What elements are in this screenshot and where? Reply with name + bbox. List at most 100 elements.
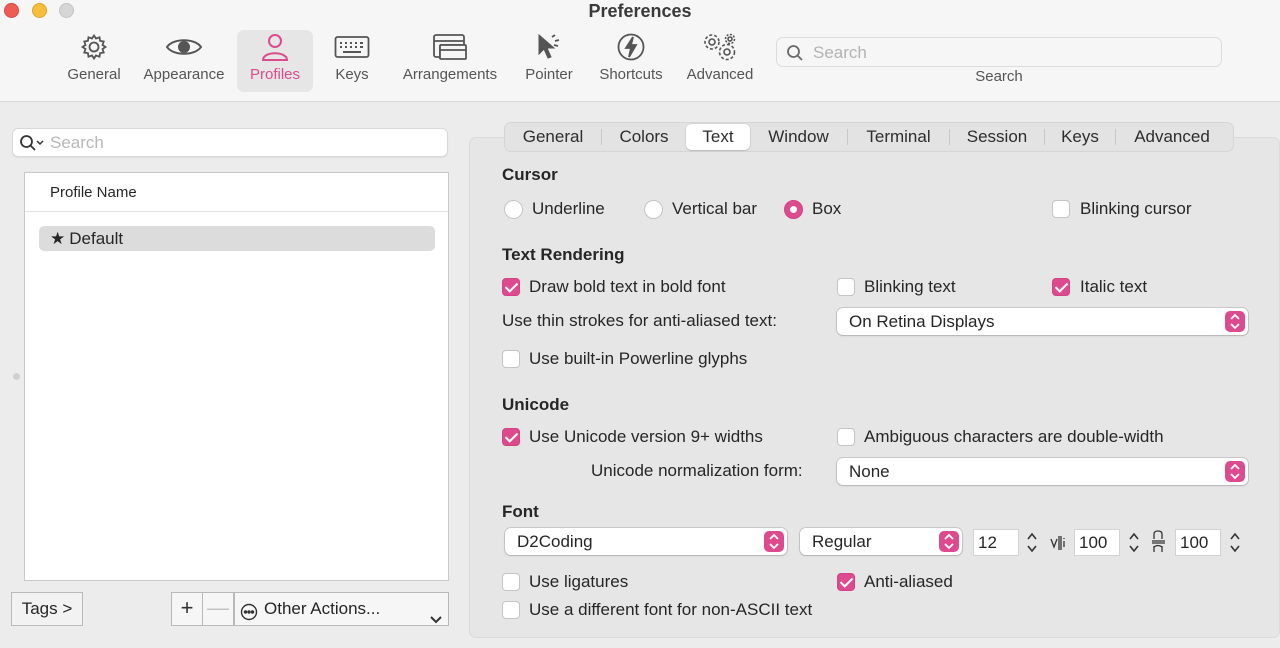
search-menu-icon[interactable] — [19, 134, 45, 157]
remove-profile-button[interactable]: — — [203, 592, 234, 626]
unicode-version-checkbox[interactable] — [502, 428, 520, 446]
search-label: Search — [975, 68, 1023, 85]
blinking-cursor-checkbox[interactable] — [1052, 200, 1070, 218]
up-down-arrows-icon — [764, 531, 784, 552]
font-section-title: Font — [502, 502, 539, 521]
tab-advanced[interactable]: Advanced — [1116, 124, 1228, 150]
eye-icon — [165, 30, 203, 64]
italic-text-label[interactable]: Italic text — [1080, 277, 1147, 297]
toolbar-shortcuts-label: Shortcuts — [599, 66, 663, 83]
cursor-vertical-bar-radio[interactable] — [644, 200, 663, 219]
toolbar-shortcuts[interactable]: Shortcuts — [594, 30, 668, 92]
keyboard-icon — [334, 30, 370, 64]
chevron-down-icon — [430, 604, 442, 636]
cursor-box-label[interactable]: Box — [812, 199, 841, 219]
bold-font-checkbox[interactable] — [502, 278, 520, 296]
thin-strokes-select[interactable]: On Retina Displays — [837, 308, 1248, 335]
add-profile-button[interactable]: + — [171, 592, 203, 626]
font-family-select[interactable]: D2Coding — [505, 528, 787, 555]
tab-keys[interactable]: Keys — [1045, 124, 1115, 150]
search-placeholder: Search — [813, 43, 867, 62]
tab-text[interactable]: Text — [686, 124, 750, 150]
tab-window[interactable]: Window — [750, 124, 847, 150]
profile-list: Profile Name ★ Default — [24, 172, 449, 581]
ligatures-label[interactable]: Use ligatures — [529, 572, 628, 592]
profile-search-input[interactable]: Search — [12, 128, 448, 157]
horizontal-spacing-stepper[interactable] — [1126, 529, 1142, 556]
thin-strokes-label: Use thin strokes for anti-aliased text: — [502, 311, 777, 330]
ambiguous-width-label[interactable]: Ambiguous characters are double-width — [864, 427, 1164, 447]
unicode-section-title: Unicode — [502, 395, 570, 414]
tab-general[interactable]: General — [505, 124, 601, 150]
blinking-text-label[interactable]: Blinking text — [864, 277, 956, 297]
blinking-text-checkbox[interactable] — [837, 278, 855, 296]
toolbar-arrangements[interactable]: Arrangements — [397, 30, 503, 92]
window-title: Preferences — [588, 1, 692, 21]
toolbar-pointer[interactable]: Pointer — [520, 30, 578, 92]
normalization-label: Unicode normalization form: — [591, 461, 803, 480]
cursor-box-radio[interactable] — [784, 200, 803, 219]
cursor-section-title: Cursor — [502, 165, 558, 184]
toolbar-arrangements-label: Arrangements — [402, 66, 498, 83]
profile-search-placeholder: Search — [50, 133, 104, 152]
toolbar-general-label: General — [67, 66, 121, 83]
split-view-handle[interactable] — [13, 373, 20, 380]
toolbar-profiles[interactable]: Profiles — [237, 30, 313, 92]
gear-icon — [79, 30, 109, 64]
font-style-select[interactable]: Regular — [800, 528, 962, 555]
font-size-field[interactable]: 12 — [973, 529, 1019, 556]
italic-text-checkbox[interactable] — [1052, 278, 1070, 296]
powerline-glyphs-label[interactable]: Use built-in Powerline glyphs — [529, 349, 747, 369]
star-icon: ★ — [50, 229, 66, 248]
horizontal-spacing-field[interactable]: 100 — [1074, 529, 1120, 556]
toolbar-appearance[interactable]: Appearance — [138, 30, 230, 92]
blinking-cursor-label[interactable]: Blinking cursor — [1080, 199, 1192, 219]
tab-terminal[interactable]: Terminal — [848, 124, 949, 150]
other-actions-label: Other Actions... — [264, 599, 381, 618]
vertical-spacing-field[interactable]: 100 — [1175, 529, 1221, 556]
toolbar-general[interactable]: General — [62, 30, 126, 92]
anti-aliased-checkbox[interactable] — [837, 573, 855, 591]
vertical-spacing-stepper[interactable] — [1227, 529, 1243, 556]
non-ascii-font-label[interactable]: Use a different font for non-ASCII text — [529, 600, 812, 620]
text-rendering-section-title: Text Rendering — [502, 245, 625, 264]
other-actions-button[interactable]: Other Actions... — [234, 592, 449, 626]
up-down-arrows-icon — [1225, 311, 1245, 332]
windows-icon — [432, 30, 468, 64]
normalization-select[interactable]: None — [837, 458, 1248, 485]
profile-name-column-header[interactable]: Profile Name — [25, 173, 448, 212]
toolbar-profiles-label: Profiles — [249, 66, 301, 83]
profile-row-default[interactable]: ★ Default — [39, 226, 435, 251]
powerline-glyphs-checkbox[interactable] — [502, 350, 520, 368]
font-family-value: D2Coding — [517, 532, 593, 551]
bolt-icon — [616, 30, 646, 64]
anti-aliased-label[interactable]: Anti-aliased — [864, 572, 953, 592]
ligatures-checkbox[interactable] — [502, 573, 520, 591]
ellipsis-circle-icon — [240, 600, 258, 632]
cursor-underline-radio[interactable] — [504, 200, 523, 219]
unicode-version-label[interactable]: Use Unicode version 9+ widths — [529, 427, 763, 447]
tab-session[interactable]: Session — [950, 124, 1044, 150]
toolbar-advanced[interactable]: Advanced — [682, 30, 758, 92]
ambiguous-width-checkbox[interactable] — [837, 428, 855, 446]
cursor-vertical-bar-label[interactable]: Vertical bar — [672, 199, 757, 219]
preferences-search-input[interactable]: Search — [776, 37, 1222, 67]
search-icon — [786, 44, 804, 67]
font-size-stepper[interactable] — [1024, 529, 1040, 556]
vertical-spacing-icon — [1151, 530, 1169, 558]
toolbar-pointer-label: Pointer — [525, 66, 573, 83]
pointer-icon — [534, 30, 564, 64]
cursor-underline-label[interactable]: Underline — [532, 199, 605, 219]
toolbar-keys-label: Keys — [335, 66, 369, 83]
tags-button[interactable]: Tags > — [11, 592, 83, 626]
toolbar-keys[interactable]: Keys — [330, 30, 374, 92]
profile-name: Default — [69, 229, 124, 248]
window-toolbar: Preferences General Appearance Profiles … — [0, 0, 1280, 102]
bold-font-label[interactable]: Draw bold text in bold font — [529, 277, 726, 297]
toolbar-appearance-label: Appearance — [143, 66, 225, 83]
horizontal-spacing-icon — [1050, 534, 1070, 556]
up-down-arrows-icon — [939, 531, 959, 552]
tab-colors[interactable]: Colors — [602, 124, 686, 150]
non-ascii-font-checkbox[interactable] — [502, 601, 520, 619]
toolbar-advanced-label: Advanced — [686, 66, 754, 83]
